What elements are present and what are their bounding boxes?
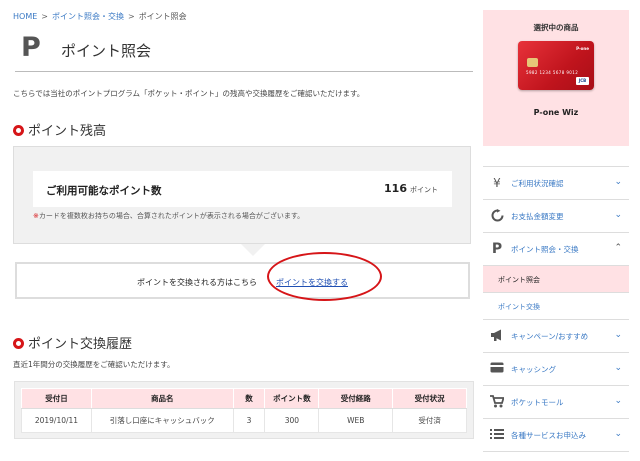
history-table-panel: 受付日 商品名 数 ポイント数 受付経路 受付状況 2019/10/11 引落し… [14,381,474,439]
breadcrumb-current: ポイント照会 [138,12,187,21]
credit-card-image: P-one 5982 1234 5678 9012 JCB [518,41,594,90]
table-cell: 受付済 [392,408,467,433]
table-row: 2019/10/11 引落し口座にキャッシュバック 3 300 WEB 受付済 [21,408,467,433]
breadcrumb-separator: > [127,12,135,21]
submenu-item-label: ポイント交換 [498,303,540,311]
balance-number: 116 [384,182,407,195]
card-number: 5982 1234 5678 9012 [526,70,579,75]
chevron-down-icon: ⌄ [614,210,622,220]
breadcrumb-home-link[interactable]: HOME [13,12,37,21]
selected-product-panel: 選択中の商品 P-one 5982 1234 5678 9012 JCB P-o… [483,10,629,146]
exchange-prompt: ポイントを交換される方はこちら [137,278,257,287]
exchange-panel: ポイントを交換される方はこちら ポイントを交換する [15,262,470,299]
column-header: 受付日 [21,388,92,409]
table-cell: WEB [318,408,394,433]
refresh-icon [490,209,504,223]
menu-item-services[interactable]: 各種サービスお申込み ⌄ [483,419,629,452]
megaphone-icon [490,329,504,343]
menu-item-label: キャンペーン/おすすめ [511,332,589,341]
submenu-item-point-inquiry[interactable]: ポイント照会 [483,266,629,293]
chevron-down-icon: ⌄ [614,363,622,373]
table-cell: 引落し口座にキャッシュバック [90,408,234,433]
balance-note: ※カードを複数枚お持ちの場合、合算されたポイントが表示される場合がございます。 [33,211,304,221]
menu-item-label: お支払金額変更 [511,212,564,221]
balance-heading-text: ポイント残高 [28,124,107,139]
ring-bullet-icon [13,125,24,136]
chevron-down-icon: ⌄ [614,429,622,439]
menu-item-points[interactable]: P ポイント照会・交換 ⌃ [483,233,629,266]
history-heading-text: ポイント交換履歴 [28,337,133,352]
jcb-logo: JCB [576,77,589,85]
table-cell: 300 [264,408,320,433]
menu-item-campaign[interactable]: キャンペーン/おすすめ ⌄ [483,320,629,353]
p-icon: P [491,241,503,257]
chevron-down-icon: ⌄ [614,330,622,340]
balance-note-text: カードを複数枚お持ちの場合、合算されたポイントが表示される場合がございます。 [38,212,305,220]
menu-item-cashing[interactable]: キャッシング ⌄ [483,353,629,386]
history-note: 直近1年間分の交換履歴をご確認いただけます。 [13,360,175,369]
breadcrumb-separator: > [41,12,48,21]
card-icon [490,362,504,376]
history-table: 受付日 商品名 数 ポイント数 受付経路 受付状況 2019/10/11 引落し… [21,388,467,433]
balance-card: ご利用可能なポイント数 116 ポイント [33,171,452,207]
points-p-icon: P [21,32,41,63]
table-header-row: 受付日 商品名 数 ポイント数 受付経路 受付状況 [21,388,467,409]
balance-panel: ご利用可能なポイント数 116 ポイント ※カードを複数枚お持ちの場合、合算された… [13,146,471,244]
card-chip-icon [527,58,538,67]
menu-item-label: ポケットモール [511,398,564,407]
side-menu: ¥ ご利用状況確認 ⌄ お支払金額変更 ⌄ P ポイント照会・交換 ⌃ ポイント… [483,166,629,452]
breadcrumb-points-link[interactable]: ポイント照会・交換 [52,12,124,21]
chevron-down-icon: ⌄ [614,396,622,406]
yen-icon: ¥ [493,176,501,190]
column-header: 受付状況 [392,388,467,409]
ring-bullet-icon [13,338,24,349]
menu-item-usage[interactable]: ¥ ご利用状況確認 ⌄ [483,167,629,200]
cart-icon [490,395,505,409]
selected-product-caption: 選択中の商品 [533,23,579,32]
submenu-item-point-exchange[interactable]: ポイント交換 [483,293,629,320]
selected-product-name: P-one Wiz [533,108,579,117]
submenu-item-label: ポイント照会 [498,276,540,284]
history-heading: ポイント交換履歴 [13,333,132,352]
menu-item-pocket-mall[interactable]: ポケットモール ⌄ [483,386,629,419]
menu-item-label: ご利用状況確認 [511,179,564,188]
column-header: 数 [232,388,266,409]
menu-item-label: 各種サービスお申込み [511,431,586,440]
column-header: ポイント数 [264,388,320,409]
column-header: 受付経路 [318,388,394,409]
list-icon [490,428,504,442]
balance-unit: ポイント [410,186,438,194]
page-title-bar: P ポイント照会 [15,34,473,72]
chevron-down-icon: ⌄ [614,177,622,187]
table-cell: 3 [232,408,266,433]
menu-item-label: キャッシング [511,365,556,374]
balance-heading: ポイント残高 [13,120,106,139]
menu-item-label: ポイント照会・交換 [511,245,579,254]
highlight-circle [267,252,382,301]
breadcrumb: HOME > ポイント照会・交換 > ポイント照会 [13,11,187,22]
balance-label: ご利用可能なポイント数 [46,185,162,197]
card-brand-logo: P-one [576,46,589,51]
intro-text: こちらでは当社のポイントプログラム「ポケット・ポイント」の残高や交換履歴をご確認… [13,89,365,98]
pointer-arrow [241,244,265,256]
page-title: ポイント照会 [61,42,152,60]
table-cell: 2019/10/11 [21,408,92,433]
balance-value: 116 ポイント [384,182,438,195]
menu-item-payment-change[interactable]: お支払金額変更 ⌄ [483,200,629,233]
chevron-up-icon: ⌃ [614,243,622,253]
column-header: 商品名 [90,388,234,409]
